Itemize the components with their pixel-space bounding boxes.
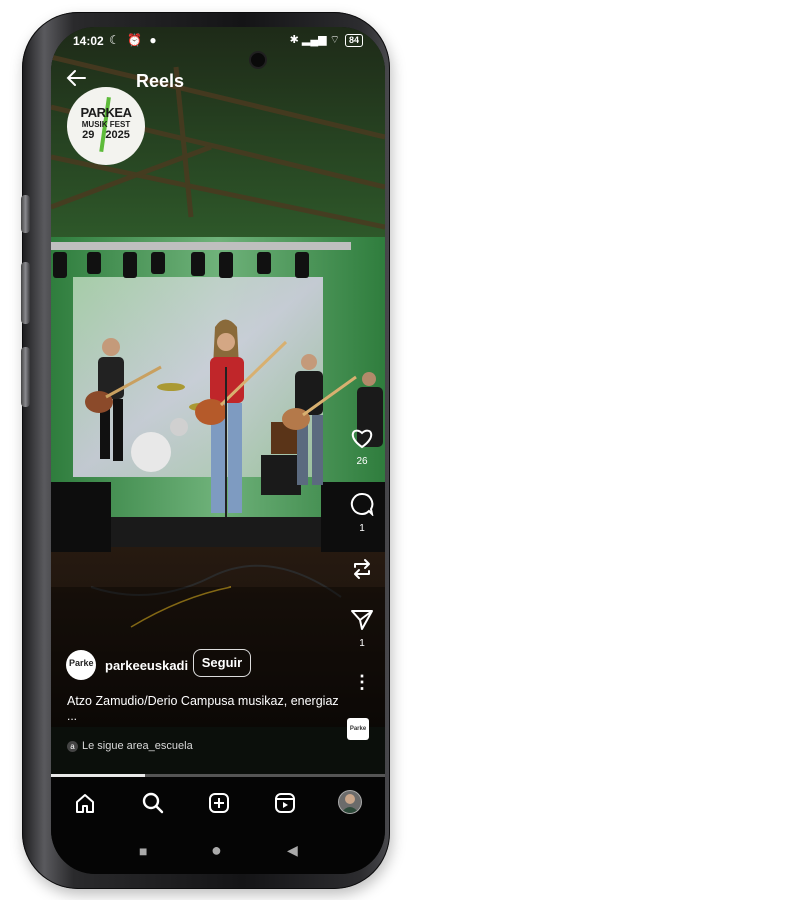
- add-icon[interactable]: [208, 792, 230, 819]
- status-time: 14:02: [73, 34, 104, 48]
- share-action[interactable]: 1: [347, 609, 377, 649]
- bottom-navigation: [51, 777, 385, 835]
- send-icon[interactable]: [350, 609, 374, 631]
- repost-icon[interactable]: [350, 557, 374, 581]
- reels-icon[interactable]: [274, 792, 296, 819]
- comment-icon[interactable]: [350, 492, 374, 518]
- search-icon[interactable]: [142, 792, 164, 819]
- side-button-power: [21, 347, 30, 407]
- repost-action[interactable]: [347, 557, 377, 586]
- like-action[interactable]: 26: [347, 427, 377, 467]
- logo-line-2: MUSIK FEST: [81, 120, 131, 129]
- signal-wifi-icons: ✱ ▂▄▆ ⌔: [289, 34, 340, 46]
- profile-avatar[interactable]: [338, 790, 362, 814]
- comment-action[interactable]: 1: [347, 492, 377, 534]
- like-count: 26: [356, 456, 368, 467]
- account-avatar[interactable]: Parke: [66, 650, 96, 680]
- home-icon[interactable]: [74, 792, 96, 819]
- status-notification-icons: ☾ ⏰ ●: [109, 33, 159, 47]
- followed-by[interactable]: a Le sigue area_escuela: [67, 740, 193, 752]
- side-button-volume-down: [21, 262, 30, 324]
- side-button-volume-up: [21, 195, 30, 233]
- heart-icon[interactable]: [350, 427, 374, 449]
- system-home-button[interactable]: ●: [211, 840, 222, 861]
- battery-icon: 84: [344, 33, 363, 47]
- phone-screen: 14:02 ☾ ⏰ ● ✱ ▂▄▆ ⌔ 84 Reels PARKEA MUSI…: [51, 27, 385, 874]
- account-avatar-text: Parke: [69, 658, 94, 668]
- more-options-icon[interactable]: ⋮: [347, 672, 377, 693]
- share-count: 1: [359, 638, 365, 649]
- logo-line-1: PARKEA: [80, 105, 132, 120]
- post-caption[interactable]: Atzo Zamudio/Derio Campusa musikaz, ener…: [67, 694, 339, 708]
- system-navigation-bar: ■ ● ◀: [51, 835, 385, 874]
- caption-more[interactable]: ...: [67, 709, 77, 723]
- system-back-button[interactable]: ◀: [287, 842, 298, 859]
- recents-button[interactable]: ■: [139, 843, 147, 859]
- status-system-icons: ✱ ▂▄▆ ⌔ 84: [290, 33, 363, 47]
- status-bar: 14:02 ☾ ⏰ ● ✱ ▂▄▆ ⌔ 84: [51, 27, 385, 61]
- account-name[interactable]: parkeeuskadi: [105, 658, 188, 673]
- festival-logo: PARKEA MUSIK FEST 29 2025: [67, 87, 145, 165]
- followed-by-text: Le sigue area_escuela: [82, 740, 193, 752]
- follower-avatar: a: [67, 741, 78, 752]
- audio-thumbnail[interactable]: Parke: [347, 718, 369, 740]
- logo-line-3: 29: [82, 129, 95, 141]
- comment-count: 1: [359, 523, 365, 534]
- follow-button[interactable]: Seguir: [193, 649, 251, 677]
- logo-line-4: 2025: [105, 129, 130, 141]
